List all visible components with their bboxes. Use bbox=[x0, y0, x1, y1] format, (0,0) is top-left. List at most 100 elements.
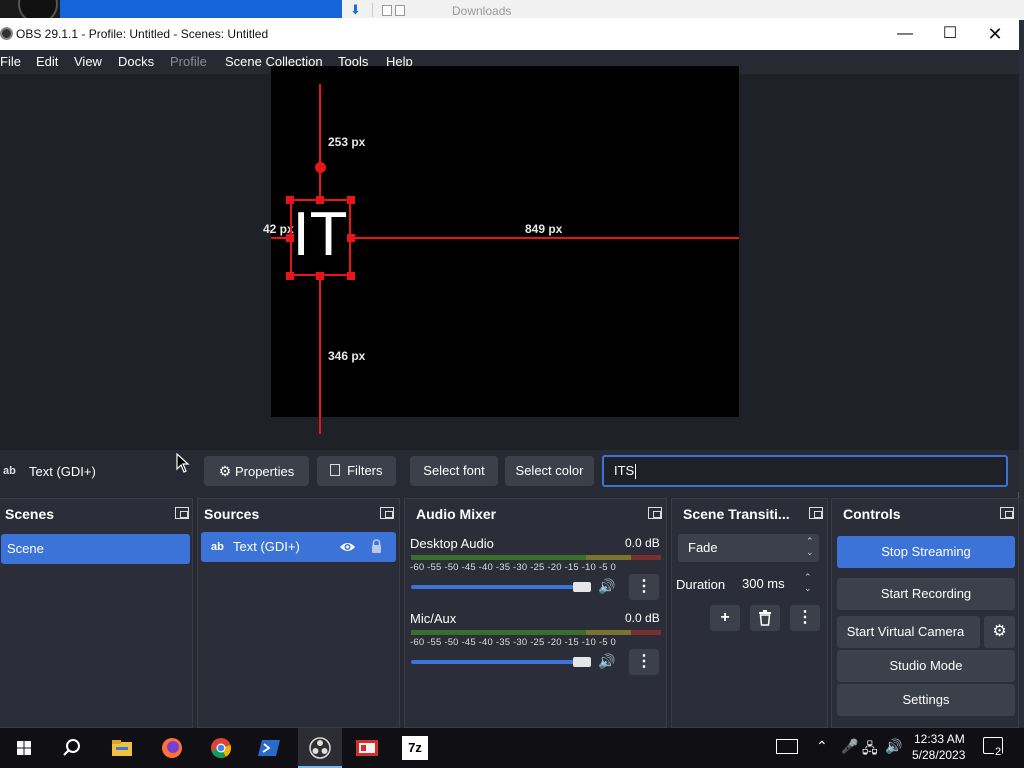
text-input-value: ITS bbox=[614, 463, 635, 478]
resize-handle-bottom-right[interactable] bbox=[347, 272, 355, 280]
scenes-title: Scenes bbox=[5, 506, 55, 522]
divider bbox=[372, 3, 373, 17]
scene-transitions-title: Scene Transiti... bbox=[683, 506, 790, 522]
obs-app-icon bbox=[0, 27, 13, 40]
channel-name: Mic/Aux bbox=[410, 611, 457, 626]
channel-menu-button[interactable]: ⋮ bbox=[629, 574, 659, 600]
search-icon[interactable] bbox=[58, 734, 86, 762]
volume-slider-track[interactable] bbox=[411, 660, 577, 664]
measure-bottom-label: 346 px bbox=[328, 349, 366, 363]
sources-dock: Sources ab Text (GDI+) bbox=[197, 498, 400, 728]
menu-profile[interactable]: Profile bbox=[170, 54, 207, 69]
filters-label: Filters bbox=[347, 463, 383, 478]
select-color-button[interactable]: Select color bbox=[505, 456, 594, 486]
channel-level: 0.0 dB bbox=[625, 536, 660, 550]
menu-docks[interactable]: Docks bbox=[118, 54, 154, 69]
undock-icon[interactable] bbox=[809, 507, 823, 519]
filter-icon bbox=[330, 464, 341, 476]
clock-time[interactable]: 12:33 AM bbox=[914, 732, 965, 746]
selected-source-name: Text (GDI+) bbox=[29, 464, 96, 479]
guide-line-top bbox=[319, 84, 321, 199]
firefox-icon[interactable] bbox=[158, 734, 186, 762]
clock-date[interactable]: 5/28/2023 bbox=[912, 748, 965, 762]
minimize-button[interactable]: — bbox=[882, 18, 928, 50]
text-source-icon: ab bbox=[3, 465, 16, 477]
start-virtual-camera-button[interactable]: Start Virtual Camera bbox=[837, 616, 980, 648]
undock-icon[interactable] bbox=[648, 507, 662, 519]
rotation-handle[interactable] bbox=[315, 162, 326, 173]
audio-mixer-dock: Audio Mixer Desktop Audio 0.0 dB -60 -55… bbox=[404, 498, 667, 728]
resize-handle-left[interactable] bbox=[286, 234, 294, 242]
source-list-item[interactable]: ab Text (GDI+) bbox=[201, 532, 396, 562]
undock-icon[interactable] bbox=[1000, 507, 1014, 519]
volume-slider-track[interactable] bbox=[411, 585, 577, 589]
close-button[interactable]: ✕ bbox=[972, 18, 1018, 50]
scene-list-item[interactable]: Scene bbox=[1, 534, 190, 564]
source-text-input[interactable]: ITS bbox=[602, 455, 1008, 487]
menu-view[interactable]: View bbox=[74, 54, 102, 69]
explorer-title: Downloads bbox=[452, 4, 512, 18]
eye-icon[interactable] bbox=[339, 541, 356, 553]
obs-taskbar-button-active[interactable] bbox=[298, 728, 342, 768]
microphone-icon[interactable]: 🎤 bbox=[841, 738, 858, 755]
mouse-cursor-icon bbox=[176, 453, 190, 473]
network-icon[interactable]: 🖧 bbox=[862, 738, 878, 762]
channel-menu-button[interactable]: ⋮ bbox=[629, 649, 659, 675]
trash-icon[interactable] bbox=[750, 605, 780, 631]
updown-chevron-icon: ⌃ ⌄ bbox=[806, 536, 814, 557]
transition-select[interactable]: Fade ⌃ ⌄ bbox=[678, 534, 819, 562]
chevron-up-icon[interactable]: ⌃ bbox=[816, 738, 828, 755]
duration-spinbox[interactable]: 300 ms ⌃ ⌄ bbox=[734, 570, 819, 598]
volume-slider-knob[interactable] bbox=[573, 582, 591, 592]
powershell-icon[interactable] bbox=[255, 734, 283, 762]
volume-icon[interactable]: 🔊 bbox=[885, 738, 902, 755]
lock-icon[interactable] bbox=[371, 539, 382, 554]
stop-streaming-button[interactable]: Stop Streaming bbox=[837, 536, 1015, 568]
start-recording-button[interactable]: Start Recording bbox=[837, 578, 1015, 610]
text-source-icon: ab bbox=[211, 541, 224, 553]
text-caret bbox=[635, 464, 637, 480]
quick-access-icons bbox=[382, 4, 428, 16]
measure-top-label: 253 px bbox=[328, 135, 366, 149]
guide-line-right bbox=[351, 237, 739, 239]
maximize-button[interactable]: ☐ bbox=[927, 18, 973, 50]
media-player-icon[interactable] bbox=[353, 734, 381, 762]
menu-edit[interactable]: Edit bbox=[36, 54, 58, 69]
speaker-icon[interactable]: 🔊 bbox=[598, 653, 615, 670]
properties-button[interactable]: ⚙ Properties bbox=[204, 456, 309, 486]
virtual-camera-settings-button[interactable]: ⚙ bbox=[984, 616, 1015, 648]
windows-taskbar: 7z ⌃ 🎤 🖧 🔊 12:33 AM 5/28/2023 2 bbox=[0, 728, 1024, 768]
menu-file[interactable]: File bbox=[0, 54, 21, 69]
guide-line-bottom bbox=[319, 276, 321, 434]
controls-dock: Controls Stop Streaming Start Recording … bbox=[831, 498, 1019, 728]
undock-icon[interactable] bbox=[380, 507, 394, 519]
settings-button[interactable]: Settings bbox=[837, 684, 1015, 716]
transition-selected: Fade bbox=[688, 540, 718, 555]
spin-chevron-icon[interactable]: ⌃ ⌄ bbox=[804, 572, 812, 594]
7zip-icon[interactable]: 7z bbox=[402, 736, 428, 760]
windows-start-icon[interactable] bbox=[10, 734, 38, 762]
select-font-button[interactable]: Select font bbox=[410, 456, 498, 486]
resize-handle-right[interactable] bbox=[347, 234, 355, 242]
title-bar[interactable]: OBS 29.1.1 - Profile: Untitled - Scenes:… bbox=[0, 18, 1019, 50]
meter-ticks: -60 -55 -50 -45 -40 -35 -30 -25 -20 -15 … bbox=[410, 562, 617, 573]
add-transition-button[interactable]: + bbox=[710, 605, 740, 631]
source-bounding-box[interactable] bbox=[290, 199, 351, 276]
undock-icon[interactable] bbox=[175, 507, 189, 519]
resize-handle-top-right[interactable] bbox=[347, 196, 355, 204]
channel-name: Desktop Audio bbox=[410, 536, 494, 551]
studio-mode-button[interactable]: Studio Mode bbox=[837, 650, 1015, 682]
desktop-background: ⬇ Downloads bbox=[0, 0, 1024, 24]
keyboard-icon[interactable] bbox=[776, 739, 798, 754]
obs-app-icon bbox=[309, 737, 331, 759]
chrome-icon[interactable] bbox=[207, 734, 235, 762]
resize-handle-top[interactable] bbox=[316, 196, 324, 204]
file-explorer-icon[interactable] bbox=[108, 734, 136, 762]
resize-handle-top-left[interactable] bbox=[286, 196, 294, 204]
speaker-icon[interactable]: 🔊 bbox=[598, 578, 615, 595]
filters-button[interactable]: Filters bbox=[317, 456, 396, 486]
transition-menu-button[interactable]: ⋮ bbox=[790, 605, 820, 631]
resize-handle-bottom[interactable] bbox=[316, 272, 324, 280]
resize-handle-bottom-left[interactable] bbox=[286, 272, 294, 280]
volume-slider-knob[interactable] bbox=[573, 657, 591, 667]
